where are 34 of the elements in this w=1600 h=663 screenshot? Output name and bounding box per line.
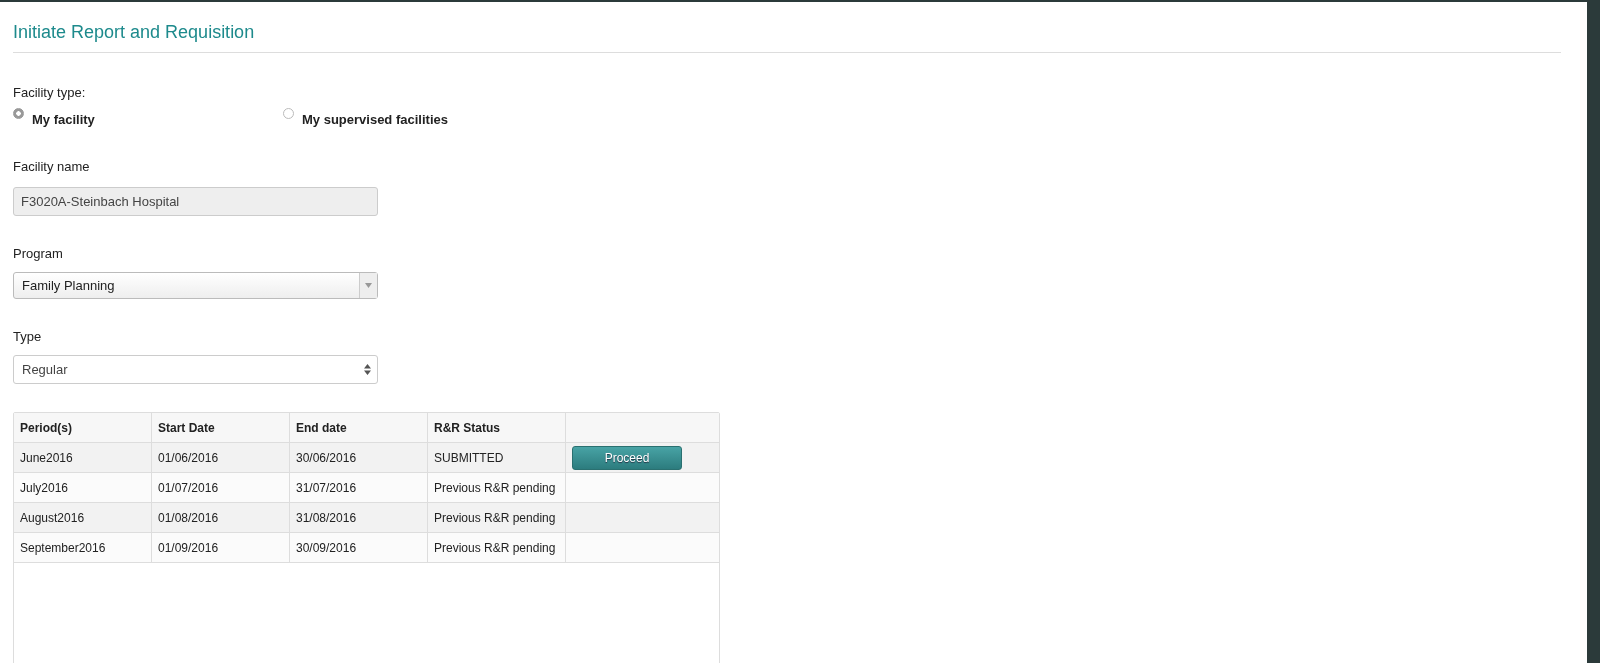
field-label: Facility type: — [13, 85, 87, 101]
field-label: Type — [13, 329, 43, 345]
table-cell: July2016 — [14, 473, 152, 502]
table-cell: June2016 — [14, 443, 152, 472]
page-title: Initiate Report and Requisition — [13, 21, 256, 44]
table-cell: September2016 — [14, 533, 152, 562]
caret-icon — [365, 283, 372, 288]
proceed-button[interactable]: Proceed — [572, 445, 682, 470]
table-cell: 30/09/2016 — [290, 533, 428, 562]
table-cell: 30/06/2016 — [290, 443, 428, 472]
table-cell: 01/08/2016 — [152, 503, 290, 532]
program-dropdown[interactable]: Family Planning — [13, 272, 378, 299]
table-cell: 01/07/2016 — [152, 473, 290, 502]
table-cell: 31/08/2016 — [290, 503, 428, 532]
table-cell: Previous R&R pending — [428, 473, 566, 502]
table-cell: Previous R&R pending — [428, 503, 566, 532]
type-dropdown[interactable]: Regular — [13, 355, 378, 384]
radio-option[interactable]: My supervised facilities — [283, 109, 553, 127]
up-down-arrows-icon — [364, 364, 371, 375]
table-cell: SUBMITTED — [428, 443, 566, 472]
column-header: Start Date — [152, 413, 290, 442]
column-header: Period(s) — [14, 413, 152, 442]
column-header: End date — [290, 413, 428, 442]
column-header: R&R Status — [428, 413, 566, 442]
table-cell: 01/09/2016 — [152, 533, 290, 562]
table-cell: August2016 — [14, 503, 152, 532]
table-cell: 31/07/2016 — [290, 473, 428, 502]
table-cell: Previous R&R pending — [428, 533, 566, 562]
field-label: Facility name — [13, 159, 91, 175]
radio-option[interactable]: My facility — [13, 109, 283, 127]
radio-button[interactable] — [283, 108, 294, 119]
table-cell: 01/06/2016 — [152, 443, 290, 472]
field-label: Program — [13, 246, 64, 262]
radio-button[interactable] — [13, 108, 24, 119]
